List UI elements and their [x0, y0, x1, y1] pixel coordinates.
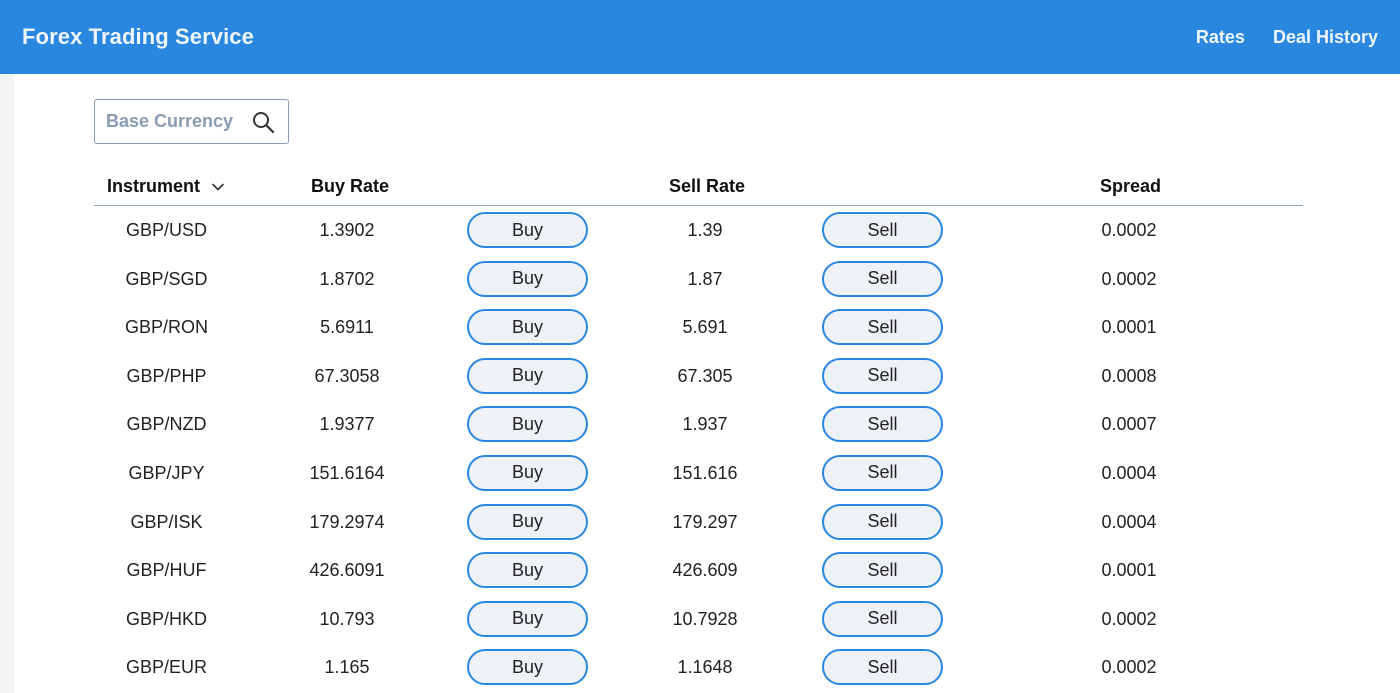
sell-button[interactable]: Sell: [822, 212, 943, 248]
base-currency-search[interactable]: [94, 99, 289, 144]
table-row: GBP/SGD 1.8702 Buy 1.87 Sell 0.0002: [94, 255, 1303, 304]
spread-header: Spread: [1100, 176, 1162, 196]
buy-rate-cell: 1.3902: [319, 220, 375, 240]
spread-cell: 0.0002: [1101, 608, 1157, 629]
buy-button[interactable]: Buy: [467, 600, 588, 637]
spread-cell: 0.0004: [1101, 511, 1157, 532]
sell-button[interactable]: Sell: [822, 649, 943, 686]
app-bar: Forex Trading Service Rates Deal History: [0, 0, 1400, 74]
table-row: GBP/JPY 151.6164 Buy 151.616 Sell 0.0004: [94, 449, 1303, 498]
buy-button[interactable]: Buy: [467, 309, 588, 346]
table-body: GBP/USD 1.3902 Buy 1.39 Sell 0.0002 GBP/SGD 1.8…: [94, 206, 1303, 692]
spread-cell: 0.0001: [1101, 317, 1157, 338]
table-header: Instrument Buy Rate Sell Rate Spread: [94, 170, 1303, 206]
chevron-down-icon[interactable]: [210, 179, 226, 195]
sell-rate-cell: 1.39: [687, 220, 723, 240]
sell-rate-cell: 151.616: [672, 462, 738, 483]
spread-cell: 0.0004: [1101, 462, 1157, 483]
left-gutter: [0, 74, 14, 693]
sell-button[interactable]: Sell: [822, 260, 943, 297]
table-row: GBP/USD 1.3902 Buy 1.39 Sell 0.0002: [94, 206, 1303, 255]
buy-rate-cell: 1.9377: [319, 414, 375, 435]
base-currency-input[interactable]: [106, 106, 244, 137]
spread-cell: 0.0008: [1101, 365, 1157, 386]
buy-button[interactable]: Buy: [467, 406, 588, 443]
sell-rate-cell: 5.691: [682, 317, 728, 338]
sell-rate-cell: 426.609: [672, 560, 738, 581]
buy-button[interactable]: Buy: [467, 649, 588, 686]
instrument-cell: GBP/PHP: [126, 365, 207, 386]
table-row: GBP/RON 5.6911 Buy 5.691 Sell 0.0001: [94, 303, 1303, 352]
table-row: GBP/EUR 1.165 Buy 1.1648 Sell 0.0002: [94, 643, 1303, 692]
table-row: GBP/HKD 10.793 Buy 10.7928 Sell 0.0002: [94, 595, 1303, 644]
sell-rate-cell: 179.297: [672, 511, 738, 532]
top-nav: Rates Deal History: [1168, 27, 1378, 48]
buy-rate-cell: 67.3058: [314, 365, 380, 386]
spread-cell: 0.0002: [1101, 268, 1157, 289]
sell-button[interactable]: Sell: [822, 503, 943, 540]
instrument-cell: GBP/ISK: [130, 511, 203, 532]
instrument-cell: GBP/NZD: [126, 414, 207, 435]
sell-button[interactable]: Sell: [822, 552, 943, 589]
buy-rate-cell: 151.6164: [309, 462, 385, 483]
nav-link-deal-history[interactable]: Deal History: [1273, 27, 1378, 48]
buy-button[interactable]: Buy: [467, 454, 588, 491]
buy-rate-cell: 426.6091: [309, 560, 385, 581]
table-row: GBP/NZD 1.9377 Buy 1.937 Sell 0.0007: [94, 400, 1303, 449]
instrument-cell: GBP/HKD: [125, 608, 208, 629]
sell-rate-header: Sell Rate: [669, 176, 746, 196]
buy-rate-header: Buy Rate: [311, 176, 390, 196]
instrument-header-label: Instrument: [107, 176, 201, 196]
app-title: Forex Trading Service: [22, 24, 254, 49]
nav-link-rates[interactable]: Rates: [1196, 27, 1245, 48]
sell-rate-cell: 1.937: [682, 414, 728, 435]
buy-button[interactable]: Buy: [467, 260, 588, 297]
buy-rate-cell: 1.165: [324, 657, 370, 678]
table-row: GBP/ISK 179.2974 Buy 179.297 Sell 0.0004: [94, 498, 1303, 547]
sell-button[interactable]: Sell: [822, 357, 943, 394]
sell-button[interactable]: Sell: [822, 309, 943, 346]
rates-table: Instrument Buy Rate Sell Rate Spread GBP…: [94, 170, 1303, 692]
table-row: GBP/HUF 426.6091 Buy 426.609 Sell 0.0001: [94, 546, 1303, 595]
buy-button[interactable]: Buy: [467, 357, 588, 394]
spread-cell: 0.0002: [1101, 657, 1157, 678]
buy-rate-cell: 5.6911: [320, 317, 374, 338]
sell-rate-cell: 10.7928: [672, 608, 738, 629]
instrument-cell: GBP/JPY: [128, 462, 205, 483]
search-icon[interactable]: [251, 110, 275, 134]
sell-button[interactable]: Sell: [822, 454, 943, 491]
buy-rate-cell: 1.8702: [319, 268, 375, 289]
sell-rate-cell: 1.87: [687, 268, 723, 289]
instrument-cell: GBP/USD: [125, 220, 208, 240]
spread-cell: 0.0007: [1101, 414, 1157, 435]
instrument-cell: GBP/HUF: [126, 560, 207, 581]
table-row: GBP/PHP 67.3058 Buy 67.305 Sell 0.0008: [94, 352, 1303, 401]
sell-button[interactable]: Sell: [822, 600, 943, 637]
buy-rate-cell: 10.793: [319, 608, 375, 629]
buy-button[interactable]: Buy: [467, 552, 588, 589]
spread-cell: 0.0001: [1101, 560, 1157, 581]
sell-rate-cell: 67.305: [677, 365, 733, 386]
instrument-header[interactable]: Instrument: [107, 176, 226, 197]
buy-button[interactable]: Buy: [467, 503, 588, 540]
instrument-cell: GBP/EUR: [125, 657, 208, 678]
buy-button[interactable]: Buy: [467, 212, 588, 248]
instrument-cell: GBP/RON: [124, 317, 208, 338]
instrument-cell: GBP/SGD: [125, 268, 208, 289]
sell-button[interactable]: Sell: [822, 406, 943, 443]
sell-rate-cell: 1.1648: [677, 657, 733, 678]
spread-cell: 0.0002: [1101, 220, 1157, 240]
buy-rate-cell: 179.2974: [309, 511, 385, 532]
